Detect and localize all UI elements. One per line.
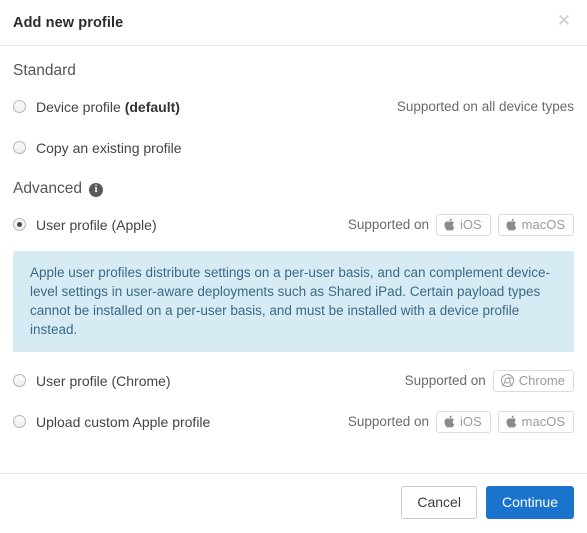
option-row-upload-custom-apple-profile[interactable]: Upload custom Apple profile Supported on… <box>13 401 574 442</box>
badge-chrome-label: Chrome <box>518 373 565 388</box>
badge-ios-label: iOS <box>459 217 482 232</box>
section-heading-standard-label: Standard <box>13 62 76 79</box>
option-left-user-profile-chrome[interactable]: User profile (Chrome) <box>13 373 405 389</box>
option-left-user-profile-apple[interactable]: User profile (Apple) <box>13 217 348 233</box>
radio-user-profile-chrome[interactable] <box>13 374 26 387</box>
apple-user-profile-callout: Apple user profiles distribute settings … <box>13 251 574 352</box>
dialog-footer: Cancel Continue <box>0 473 587 533</box>
option-right-user-profile-chrome: Supported on Chrome <box>404 369 574 392</box>
option-label-upload-custom-apple-profile[interactable]: Upload custom Apple profile <box>36 414 210 430</box>
supported-text-user-profile-apple: Supported on <box>347 217 429 232</box>
add-new-profile-dialog: Add new profile ✕ Standard Device profil… <box>0 0 587 533</box>
apple-icon <box>506 218 517 231</box>
badge-macos: macOS <box>497 410 574 433</box>
option-label-device-profile-default: (default) <box>124 98 180 115</box>
section-heading-advanced: Advanced i <box>13 180 574 198</box>
option-right-device-profile: Supported on all device types <box>397 99 574 114</box>
option-left-copy-existing-profile[interactable]: Copy an existing profile <box>13 140 574 156</box>
option-label-copy-existing-profile[interactable]: Copy an existing profile <box>36 140 182 156</box>
option-right-upload-custom-apple-profile: Supported on iOS macOS <box>347 410 574 433</box>
section-heading-standard: Standard <box>13 62 574 80</box>
chrome-icon <box>500 374 514 387</box>
option-label-device-profile[interactable]: Device profile (default) <box>36 99 180 115</box>
badge-ios: iOS <box>435 213 491 236</box>
section-heading-advanced-label: Advanced <box>13 180 82 197</box>
badge-macos: macOS <box>497 213 574 236</box>
radio-copy-existing-profile[interactable] <box>13 141 26 154</box>
badge-ios-label: iOS <box>459 414 482 429</box>
apple-icon <box>506 415 517 428</box>
apple-icon <box>444 218 455 231</box>
option-right-user-profile-apple: Supported on iOS macOS <box>347 213 574 236</box>
supported-text-user-profile-chrome: Supported on <box>404 373 486 388</box>
option-row-copy-existing-profile[interactable]: Copy an existing profile <box>13 127 574 168</box>
option-row-user-profile-chrome[interactable]: User profile (Chrome) Supported on Chrom… <box>13 360 574 401</box>
badge-macos-label: macOS <box>521 217 565 232</box>
radio-user-profile-apple[interactable] <box>13 218 26 231</box>
badge-chrome: Chrome <box>492 369 574 392</box>
radio-upload-custom-apple-profile[interactable] <box>13 415 26 428</box>
option-left-upload-custom-apple-profile[interactable]: Upload custom Apple profile <box>13 414 348 430</box>
close-icon[interactable]: ✕ <box>555 12 573 30</box>
cancel-button[interactable]: Cancel <box>401 486 477 519</box>
option-row-device-profile[interactable]: Device profile (default) Supported on al… <box>13 86 574 127</box>
dialog-title: Add new profile <box>13 14 124 31</box>
option-left-device-profile[interactable]: Device profile (default) <box>13 99 397 115</box>
apple-icon <box>444 415 455 428</box>
badge-ios: iOS <box>435 410 491 433</box>
supported-text-upload-custom-apple-profile: Supported on <box>347 414 429 429</box>
supported-text-device-profile: Supported on all device types <box>396 99 574 114</box>
continue-button[interactable]: Continue <box>485 486 574 519</box>
info-icon[interactable]: i <box>88 183 103 197</box>
badge-macos-label: macOS <box>521 414 565 429</box>
dialog-header: Add new profile ✕ <box>0 0 587 46</box>
radio-device-profile[interactable] <box>13 100 26 113</box>
dialog-body: Standard Device profile (default) Suppor… <box>0 46 587 473</box>
option-label-user-profile-chrome[interactable]: User profile (Chrome) <box>36 373 171 389</box>
option-label-user-profile-apple[interactable]: User profile (Apple) <box>36 217 157 233</box>
option-row-user-profile-apple[interactable]: User profile (Apple) Supported on iOS ma… <box>13 204 574 245</box>
